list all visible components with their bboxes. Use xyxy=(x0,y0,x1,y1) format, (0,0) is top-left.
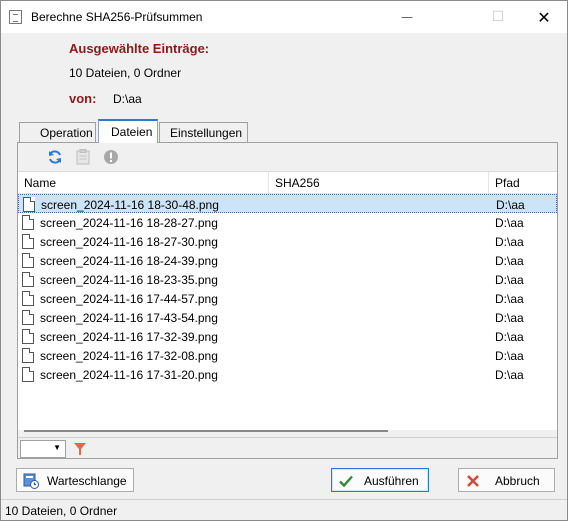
file-icon xyxy=(22,215,34,230)
status-text: 10 Dateien, 0 Ordner xyxy=(5,504,118,518)
file-path: D:\aa xyxy=(495,330,524,344)
file-path: D:\aa xyxy=(495,292,524,306)
from-path: D:\aa xyxy=(113,92,142,106)
table-row[interactable]: screen_2024-11-16 18-28-27.png D:\aa xyxy=(18,213,557,232)
file-icon xyxy=(22,291,34,306)
table-row[interactable]: screen_2024-11-16 17-43-54.png D:\aa xyxy=(18,308,557,327)
files-panel: Name SHA256 Pfad screen_2024-11-16 18-30… xyxy=(17,142,558,459)
tab-dateien-label: Dateien xyxy=(111,125,153,139)
file-name: screen_2024-11-16 17-44-57.png xyxy=(40,292,218,306)
file-path: D:\aa xyxy=(495,349,524,363)
file-name: screen_2024-11-16 17-31-20.png xyxy=(40,368,218,382)
dialog-window: Berechne SHA256-Prüfsummen — ☐ ✕ Ausgewä… xyxy=(0,0,568,521)
table-row[interactable]: screen_2024-11-16 18-23-35.png D:\aa xyxy=(18,270,557,289)
queue-button[interactable]: Warteschlange xyxy=(16,468,134,492)
file-name: screen_2024-11-16 17-43-54.png xyxy=(40,311,218,325)
window-title: Berechne SHA256-Prüfsummen xyxy=(31,10,203,24)
column-path[interactable]: Pfad xyxy=(495,176,520,190)
file-name: screen_2024-11-16 18-23-35.png xyxy=(40,273,218,287)
cancel-button[interactable]: Abbruch xyxy=(458,468,555,492)
file-icon xyxy=(22,234,34,249)
tab-dateien[interactable]: Dateien xyxy=(98,119,158,143)
file-path: D:\aa xyxy=(495,311,524,325)
filter-icon[interactable] xyxy=(73,442,87,459)
minimize-button[interactable]: — xyxy=(384,1,430,33)
chevron-down-icon: ▼ xyxy=(53,443,61,452)
cancel-button-label: Abbruch xyxy=(495,474,540,488)
table-row[interactable]: screen_2024-11-16 18-24-39.png D:\aa xyxy=(18,251,557,270)
file-name: screen_2024-11-16 17-32-39.png xyxy=(40,330,218,344)
tab-operation[interactable]: Operation xyxy=(19,122,96,142)
file-path: D:\aa xyxy=(495,368,524,382)
checkmark-icon xyxy=(338,473,354,489)
tab-einstellungen[interactable]: Einstellungen xyxy=(159,122,248,142)
table-row[interactable]: screen_2024-11-16 17-32-08.png D:\aa xyxy=(18,346,557,365)
filter-bar: ▼ xyxy=(18,437,557,459)
file-list[interactable]: Name SHA256 Pfad screen_2024-11-16 18-30… xyxy=(18,171,557,430)
file-name: screen_2024-11-16 18-27-30.png xyxy=(40,235,218,249)
file-icon xyxy=(22,348,34,363)
info-icon[interactable] xyxy=(102,148,120,166)
tab-operation-label: Operation xyxy=(40,125,93,140)
file-path: D:\aa xyxy=(495,273,524,287)
table-row[interactable]: screen_2024-11-16 17-31-20.png D:\aa xyxy=(18,365,557,384)
file-icon xyxy=(22,310,34,325)
queue-icon xyxy=(23,473,39,489)
file-icon xyxy=(22,253,34,268)
file-name: screen_2024-11-16 18-30-48.png xyxy=(41,198,219,212)
run-button-label: Ausführen xyxy=(364,474,419,488)
file-icon xyxy=(22,367,34,382)
column-sha256[interactable]: SHA256 xyxy=(275,176,320,190)
app-icon xyxy=(9,10,22,24)
refresh-icon[interactable] xyxy=(46,148,64,166)
run-button[interactable]: Ausführen xyxy=(331,468,429,492)
file-name: screen_2024-11-16 17-32-08.png xyxy=(40,349,218,363)
filter-combo[interactable]: ▼ xyxy=(20,440,66,458)
column-name[interactable]: Name xyxy=(24,176,56,190)
cross-icon xyxy=(465,473,481,489)
tab-einstellungen-label: Einstellungen xyxy=(170,125,243,140)
table-row[interactable]: screen_2024-11-16 18-27-30.png D:\aa xyxy=(18,232,557,251)
title-bar: Berechne SHA256-Prüfsummen — ☐ ✕ xyxy=(1,1,567,33)
file-icon xyxy=(23,197,35,212)
queue-button-label: Warteschlange xyxy=(47,474,127,488)
file-path: D:\aa xyxy=(495,235,524,249)
table-row[interactable]: screen_2024-11-16 17-32-39.png D:\aa xyxy=(18,327,557,346)
file-path: D:\aa xyxy=(495,216,524,230)
horizontal-scrollbar[interactable] xyxy=(24,430,388,432)
selected-entries-summary: 10 Dateien, 0 Ordner xyxy=(69,66,182,80)
file-icon xyxy=(22,329,34,344)
file-path: D:\aa xyxy=(495,254,524,268)
close-button[interactable]: ✕ xyxy=(521,1,567,33)
table-row[interactable]: screen_2024-11-16 18-30-48.png D:\aa xyxy=(18,194,557,213)
maximize-button: ☐ xyxy=(491,9,505,25)
from-label: von: xyxy=(69,91,97,106)
list-header: Name SHA256 Pfad xyxy=(18,172,557,194)
file-icon xyxy=(22,272,34,287)
status-bar: 10 Dateien, 0 Ordner xyxy=(1,499,567,520)
table-row[interactable]: screen_2024-11-16 17-44-57.png D:\aa xyxy=(18,289,557,308)
file-name: screen_2024-11-16 18-24-39.png xyxy=(40,254,218,268)
files-toolbar xyxy=(18,143,557,171)
selected-entries-label: Ausgewählte Einträge: xyxy=(69,41,210,56)
file-path: D:\aa xyxy=(496,198,525,212)
clipboard-icon[interactable] xyxy=(74,148,92,166)
file-name: screen_2024-11-16 18-28-27.png xyxy=(40,216,218,230)
